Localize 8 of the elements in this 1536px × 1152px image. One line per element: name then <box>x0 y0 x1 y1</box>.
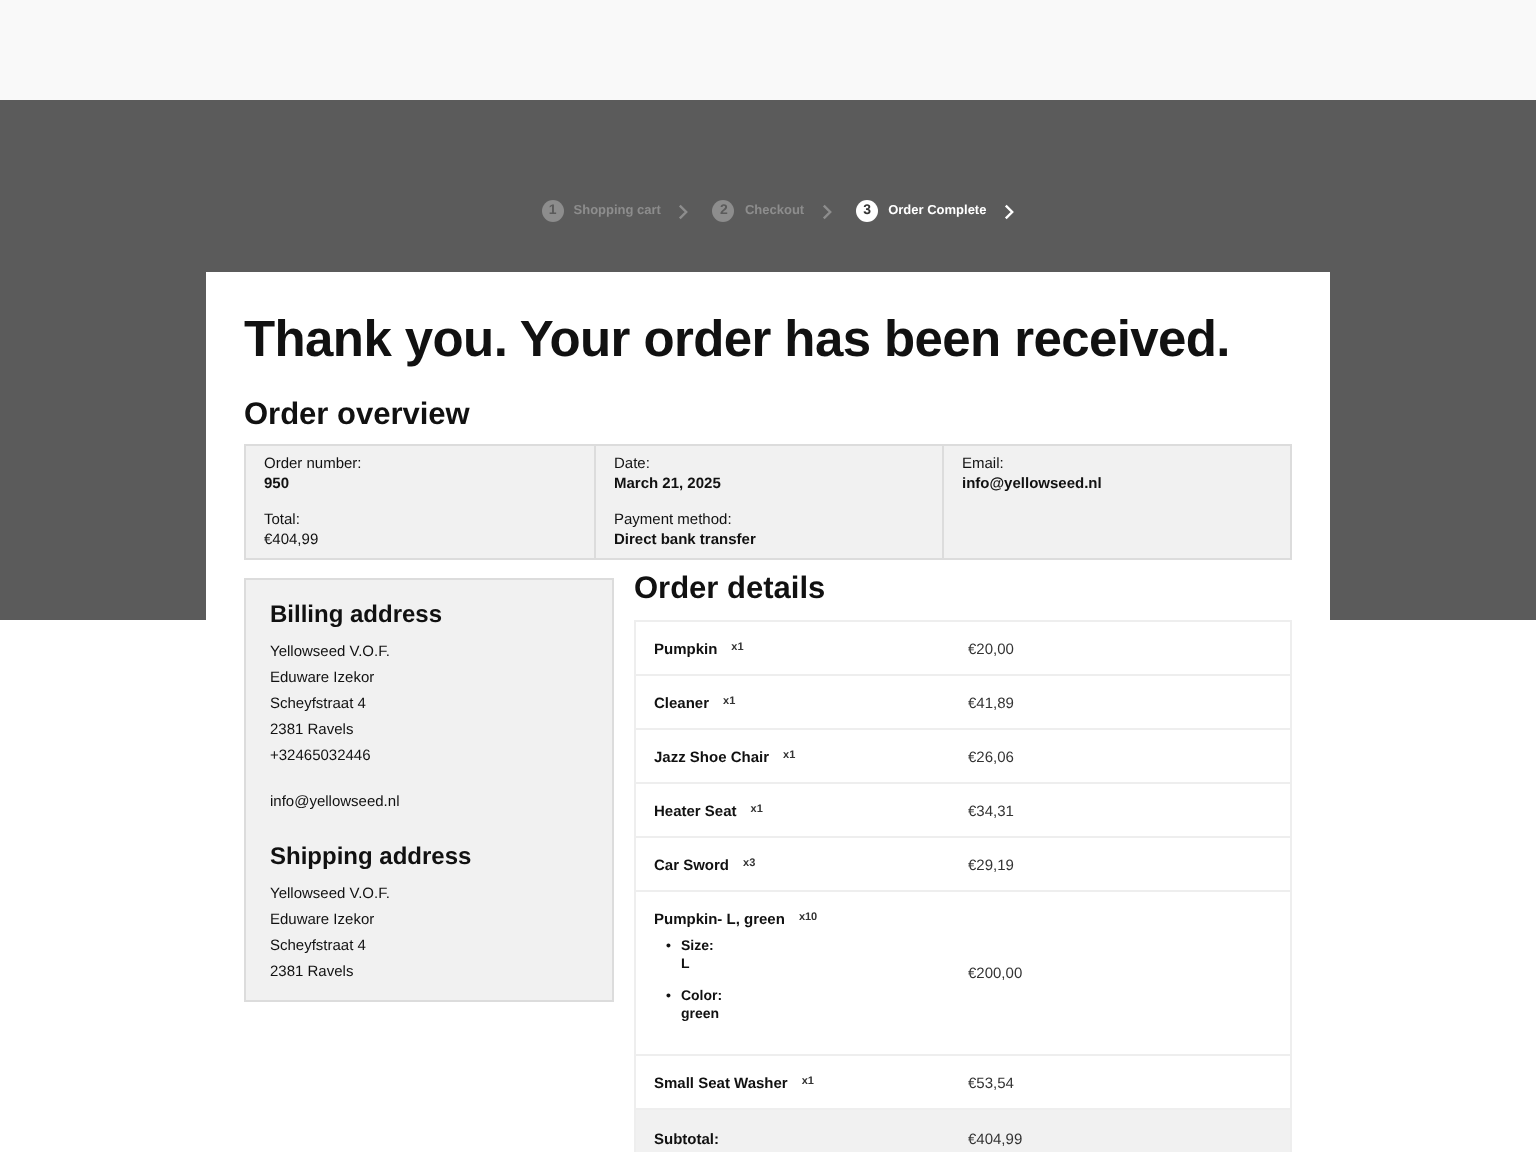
page-title: Thank you. Your order has been received. <box>244 312 1232 370</box>
section-heading: Shipping address <box>270 842 474 870</box>
chevron-icon <box>1004 203 1015 219</box>
chevron-icon <box>822 203 833 219</box>
section-heading: Billing address <box>270 600 445 628</box>
section-heading: Order details <box>634 572 828 608</box>
section-heading: Order overview <box>244 398 472 434</box>
chevron-icon <box>678 203 689 219</box>
